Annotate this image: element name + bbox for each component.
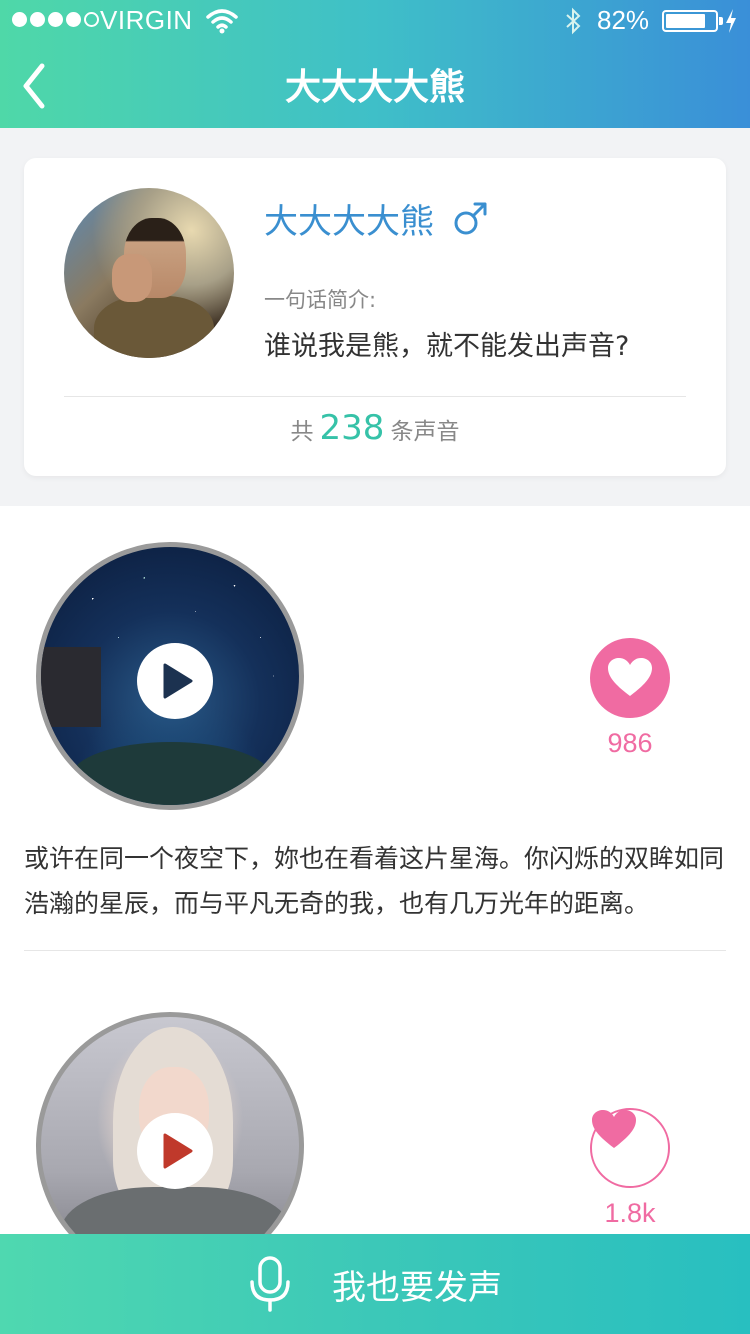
like-count: 1.8k bbox=[604, 1198, 656, 1228]
battery-icon bbox=[662, 10, 723, 32]
user-name-row: 大大大大熊 bbox=[264, 194, 488, 243]
like-count: 986 bbox=[607, 728, 653, 758]
user-name: 大大大大熊 bbox=[264, 202, 434, 242]
record-voice-button[interactable]: 我也要发声 bbox=[0, 1234, 750, 1334]
cover-image[interactable] bbox=[36, 542, 304, 810]
count-suffix: 条声音 bbox=[390, 419, 460, 445]
divider bbox=[64, 396, 686, 397]
play-button[interactable] bbox=[137, 643, 213, 719]
count-prefix: 共 bbox=[290, 419, 314, 445]
voice-feed: 986 或许在同一个夜空下，妳也在看着这片星海。你闪烁的双眸如同浩瀚的星辰，而与… bbox=[0, 506, 750, 1234]
header: VIRGIN 82% 大大大大熊 bbox=[0, 0, 750, 128]
cover-image[interactable] bbox=[36, 1012, 304, 1234]
signal-strength-icon bbox=[12, 12, 99, 27]
profile-card: 大大大大熊 一句话简介: 谁说我是熊，就不能发出声音? 共 238 条声音 bbox=[24, 158, 726, 476]
avatar[interactable] bbox=[64, 188, 234, 358]
post-text: 或许在同一个夜空下，妳也在看着这片星海。你闪烁的双眸如同浩瀚的星辰，而与平凡无奇… bbox=[24, 844, 725, 918]
carrier-name: VIRGIN bbox=[100, 5, 193, 35]
count-number: 238 bbox=[319, 408, 385, 448]
intro-text: 谁说我是熊，就不能发出声音? bbox=[264, 331, 630, 362]
microphone-icon bbox=[248, 1256, 292, 1312]
status-bar: VIRGIN 82% bbox=[0, 0, 750, 40]
bluetooth-icon bbox=[564, 7, 582, 42]
voice-count: 共 238 条声音 bbox=[24, 408, 726, 448]
intro-label: 一句话简介: bbox=[264, 288, 377, 312]
play-button[interactable] bbox=[137, 1113, 213, 1189]
like-button[interactable] bbox=[590, 1108, 670, 1188]
wifi-icon bbox=[206, 8, 238, 41]
divider bbox=[24, 950, 726, 951]
male-icon bbox=[452, 201, 488, 237]
record-voice-label: 我也要发声 bbox=[332, 1267, 502, 1308]
like-button[interactable] bbox=[590, 638, 670, 718]
battery-percentage: 82% bbox=[597, 5, 650, 35]
page-title: 大大大大熊 bbox=[284, 67, 465, 108]
charging-icon bbox=[724, 8, 738, 41]
